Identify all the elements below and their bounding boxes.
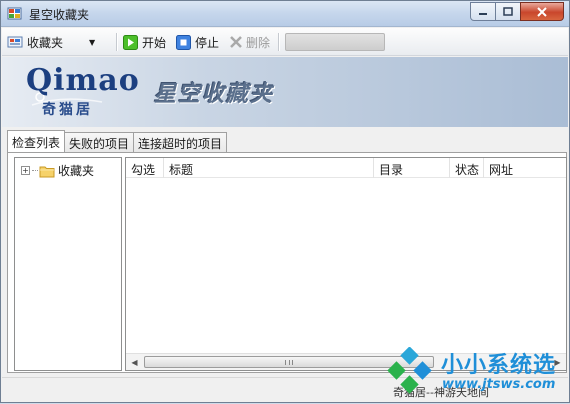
tab-check-list[interactable]: 检查列表 <box>7 130 66 152</box>
watermark-logo-icon <box>387 347 432 394</box>
column-header-status[interactable]: 状态 <box>450 158 484 178</box>
logo: Qimao <box>26 63 140 98</box>
column-header-title[interactable]: 标题 <box>164 158 374 178</box>
main-window: 星空收藏夹 收藏夹 ▼ 开始 停止 删除 Qimao 奇猫居 星空收藏夹 检查列… <box>0 0 570 403</box>
close-button[interactable] <box>520 2 564 21</box>
banner: Qimao 奇猫居 星空收藏夹 <box>2 57 568 127</box>
column-header-directory[interactable]: 目录 <box>374 158 450 178</box>
grip-icon <box>285 360 293 365</box>
maximize-button[interactable] <box>495 2 521 21</box>
chevron-down-icon: ▼ <box>89 37 96 47</box>
tree-node-label: 收藏夹 <box>58 164 95 178</box>
delete-label: 删除 <box>246 35 271 50</box>
watermark: 小小系统选 www.jtsws.com <box>384 344 570 404</box>
tab-failed-items[interactable]: 失败的项目 <box>64 132 135 152</box>
start-button[interactable]: 开始 <box>123 32 166 52</box>
column-header-url[interactable]: 网址 <box>484 158 566 178</box>
caption-buttons <box>470 2 564 21</box>
start-label: 开始 <box>142 35 167 50</box>
maximize-icon <box>503 6 513 16</box>
window-title: 星空收藏夹 <box>29 8 90 22</box>
list-header: 勾选 标题 目录 状态 网址 <box>126 158 566 178</box>
watermark-url: www.jtsws.com <box>442 377 556 392</box>
delete-icon <box>230 36 242 48</box>
column-header-check[interactable]: 勾选 <box>126 158 164 178</box>
folder-icon <box>39 166 55 177</box>
stop-button[interactable]: 停止 <box>176 32 219 52</box>
tab-page: + 收藏夹 勾选 标题 目录 状态 网址 ◀ ▶ <box>7 152 567 373</box>
tab-strip: 检查列表 失败的项目 连接超时的项目 <box>7 130 228 152</box>
folder-tree[interactable]: + 收藏夹 <box>14 157 122 371</box>
tree-node-favorites[interactable]: + 收藏夹 <box>21 162 94 179</box>
delete-button[interactable]: 删除 <box>229 32 270 52</box>
scroll-left-icon[interactable]: ◀ <box>126 354 143 370</box>
app-icon <box>7 6 22 21</box>
favorites-icon <box>7 36 23 48</box>
favorites-label: 收藏夹 <box>27 35 64 50</box>
play-icon <box>123 34 138 50</box>
title-bar[interactable]: 星空收藏夹 <box>1 1 569 27</box>
toolbar-separator <box>278 33 280 51</box>
favorites-dropdown-button[interactable]: 收藏夹 ▼ <box>7 32 95 52</box>
banner-title: 星空收藏夹 <box>154 82 275 107</box>
tree-line <box>32 170 38 171</box>
logo-subtitle: 奇猫居 <box>42 102 93 118</box>
toolbar: 收藏夹 ▼ 开始 停止 删除 <box>2 28 568 56</box>
stop-icon <box>176 34 191 50</box>
results-list[interactable]: 勾选 标题 目录 状态 网址 ◀ ▶ <box>125 157 567 371</box>
minimize-button[interactable] <box>470 2 496 21</box>
minimize-icon <box>479 12 487 15</box>
toolbar-separator <box>116 33 118 51</box>
tab-timeout-items[interactable]: 连接超时的项目 <box>133 132 228 152</box>
expand-icon[interactable]: + <box>21 166 30 175</box>
close-icon <box>537 6 547 17</box>
watermark-title: 小小系统选 <box>441 353 557 378</box>
progress-bar <box>285 33 385 51</box>
stop-label: 停止 <box>195 35 220 50</box>
